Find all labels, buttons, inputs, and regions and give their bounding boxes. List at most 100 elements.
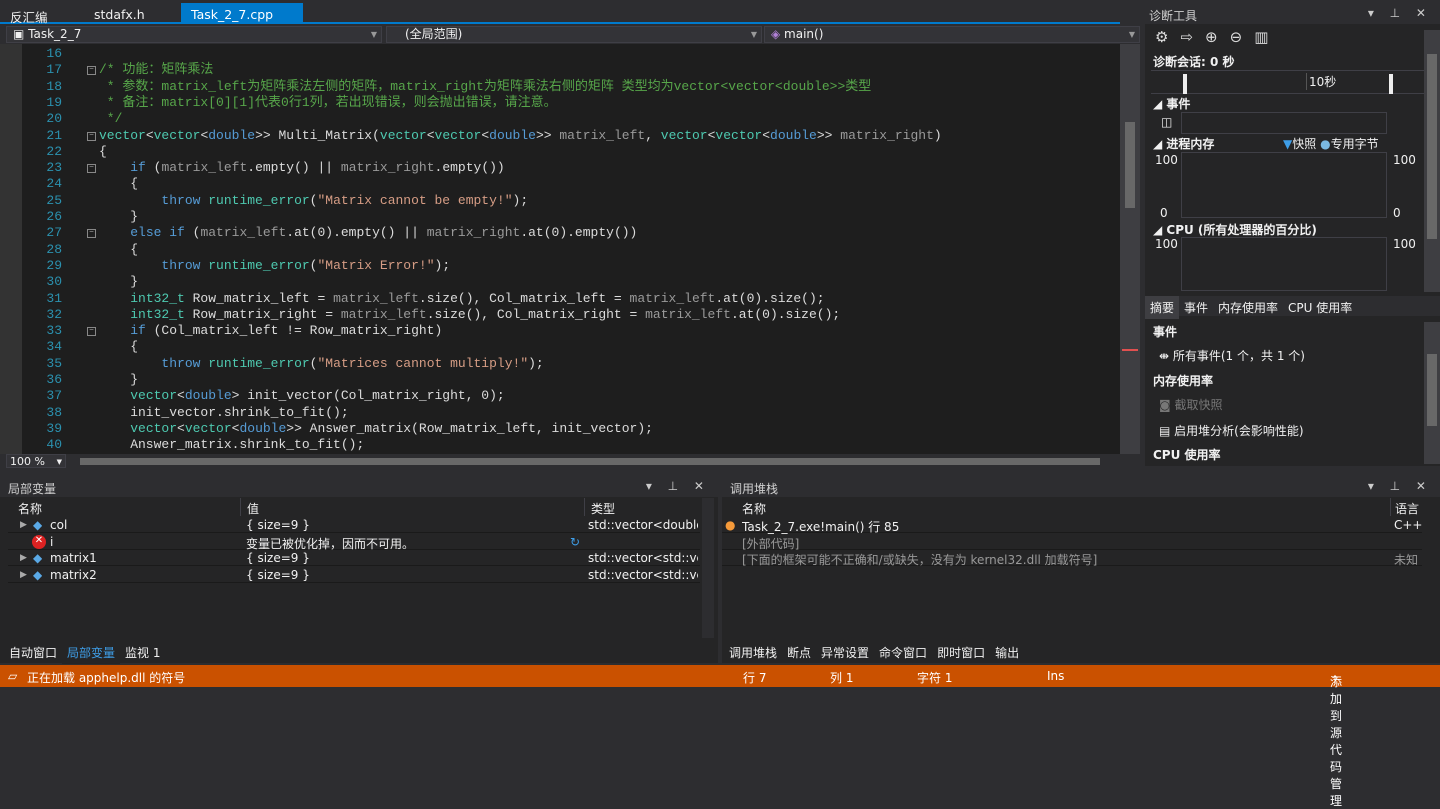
column-value[interactable]: 值 [240, 498, 265, 516]
scope-dropdown[interactable]: (全局范围) ▼ [386, 26, 762, 43]
tab-exception-settings[interactable]: 异常设置 [816, 641, 874, 664]
code-line[interactable]: 23 − if (matrix_left.empty() || matrix_ri… [0, 160, 1120, 176]
fold-toggle-icon[interactable]: − [87, 327, 96, 337]
code-editor[interactable]: 16 17−/* 功能：矩阵乘法 18 * 参数：matrix_left为矩阵乘法左… [0, 44, 1120, 454]
project-dropdown[interactable]: ▣ Task_2_7 ▼ [6, 26, 382, 43]
all-events-link[interactable]: ⇼ 所有事件(1 个，共 1 个) [1159, 347, 1305, 364]
tab-memory-usage[interactable]: 内存使用率 [1213, 296, 1283, 319]
tab-locals[interactable]: 局部变量 [62, 641, 121, 664]
fold-toggle-icon[interactable]: − [87, 164, 96, 174]
settings-gear-icon[interactable]: ⚙ [1155, 28, 1180, 46]
zoom-dropdown[interactable]: 100 % ▼ [6, 454, 66, 468]
column-language[interactable]: 语言 [1390, 498, 1425, 516]
export-icon[interactable]: ⇨ [1180, 28, 1205, 46]
callstack-row[interactable]: [外部代码] [722, 534, 1422, 551]
locals-scrollbar[interactable] [702, 498, 714, 638]
tab-autos[interactable]: 自动窗口 [4, 641, 62, 664]
expand-arrow-icon[interactable]: ▶ [20, 520, 27, 530]
tab-stdafx-h[interactable]: stdafx.h [84, 3, 155, 24]
take-snapshot-button[interactable]: ◙ 截取快照 [1159, 396, 1222, 413]
reset-view-icon[interactable]: ▥ [1254, 28, 1280, 46]
code-line[interactable]: 27 − else if (matrix_left.at(0).empty() |… [0, 225, 1120, 241]
locals-row[interactable]: ✕ i 变量已被优化掉，因而不可用。 ↻ [8, 534, 700, 551]
enable-heap-profiling-button[interactable]: ▤ 启用堆分析(会影响性能) [1159, 422, 1304, 439]
line-number: 24 [46, 176, 62, 192]
code-line[interactable]: 26 } [0, 209, 1120, 225]
code-line[interactable]: 25 throw runtime_error("Matrix cannot be… [0, 193, 1120, 209]
expand-arrow-icon[interactable]: ▶ [20, 570, 27, 580]
fold-toggle-icon[interactable]: − [87, 131, 96, 141]
tab-immediate-window[interactable]: 即时窗口 [932, 641, 990, 664]
code-line[interactable]: 19 * 备注：matrix[0][1]代表0行1列，若出现错误，则会抛出错误，… [0, 95, 1120, 111]
callstack-row[interactable]: ● Task_2_7.exe!main() 行 85 C++ [722, 517, 1423, 534]
expand-arrow-icon[interactable]: ▶ [20, 553, 27, 563]
locals-row[interactable]: ▶ ◆ matrix1 { size=9 } std::vector<std::vect… [8, 550, 700, 566]
fold-toggle-icon[interactable]: − [87, 229, 96, 239]
editor-vertical-scrollbar[interactable] [1120, 44, 1140, 454]
zoom-out-icon[interactable]: ⊖ [1230, 28, 1255, 46]
private-bytes-dot-icon: ● [1320, 137, 1331, 151]
locals-row[interactable]: ▶ ◆ matrix2 { size=9 } std::vector<std::vect… [8, 567, 700, 583]
code-line[interactable]: 18 * 参数：matrix_left为矩阵乘法左侧的矩阵，matrix_rig… [0, 79, 1120, 95]
tab-summary[interactable]: 摘要 [1145, 296, 1180, 319]
code-line[interactable]: 34 { [0, 339, 1120, 355]
locals-row[interactable]: ▶ ◆ col { size=9 } std::vector<double,s... [8, 517, 700, 533]
tab-breakpoints[interactable]: 断点 [782, 641, 816, 664]
code-line[interactable]: 20 */ [0, 111, 1120, 127]
tab-command-window[interactable]: 命令窗口 [874, 641, 932, 664]
code-line[interactable]: 21− vector<vector<double>> Multi_Matrix(v… [0, 128, 1120, 144]
tab-cpu-usage[interactable]: CPU 使用率 [1283, 296, 1357, 319]
pause-icon[interactable]: ◫ [1161, 115, 1172, 129]
code-line[interactable]: 35 throw runtime_error("Matrices cannot … [0, 356, 1120, 372]
diag-scrollbar[interactable] [1424, 30, 1440, 292]
timeline-ruler[interactable]: 10秒 [1151, 70, 1428, 94]
tab-watch-1[interactable]: 监视 1 [120, 641, 165, 664]
scroll-thumb[interactable] [1125, 122, 1135, 208]
tab-events[interactable]: 事件 [1179, 296, 1213, 319]
cpu-section[interactable]: ◢ CPU (所有处理器的百分比) [1153, 221, 1317, 238]
status-insert-mode[interactable]: Ins [1047, 669, 1064, 683]
callstack-row[interactable]: [下面的框架可能不正确和/或缺失，没有为 kernel32.dll 加载符号] 未… [722, 550, 1422, 567]
code-text: vector<vector<double>> Answer_matrix(Row… [99, 421, 653, 437]
code-line[interactable]: 37 vector<double> init_vector(Col_matrix… [0, 388, 1120, 404]
code-line[interactable]: 40 Answer_matrix.shrink_to_fit(); [0, 437, 1120, 453]
process-memory-section[interactable]: ◢ 进程内存 [1153, 135, 1214, 152]
column-type[interactable]: 类型 [584, 498, 621, 516]
tab-task-2-7-cpp[interactable]: Task_2_7.cpp ⊣ ✕ [181, 3, 303, 37]
events-section[interactable]: ◢ 事件 [1153, 95, 1190, 112]
tab-output[interactable]: 输出 [990, 641, 1024, 664]
code-line[interactable]: 28 { [0, 242, 1120, 258]
tab-call-stack[interactable]: 调用堆栈 [724, 641, 782, 664]
timeline-end-handle[interactable] [1389, 74, 1393, 94]
panel-controls[interactable]: ▾ ⊥ ✕ [1368, 6, 1432, 20]
column-name[interactable]: 名称 [736, 498, 772, 516]
fold-toggle-icon[interactable]: − [87, 66, 96, 76]
code-line[interactable]: 36 } [0, 372, 1120, 388]
code-line[interactable]: 17 −/* 功能：矩阵乘法 [0, 62, 1120, 78]
code-line[interactable]: 24 { [0, 176, 1120, 192]
code-line[interactable]: 33 − if (Col_matrix_left != Row_matrix_ri… [0, 323, 1120, 339]
code-token: if [130, 323, 146, 339]
horizontal-scrollbar[interactable] [80, 458, 1100, 465]
timeline-start-handle[interactable] [1183, 74, 1187, 94]
chevron-down-icon: ▼ [370, 30, 377, 39]
panel-controls[interactable]: ▾ ⊥ ✕ [1368, 479, 1432, 493]
refresh-icon[interactable]: ↻ [570, 535, 580, 549]
member-dropdown[interactable]: ◈ main() ▼ [764, 26, 1140, 43]
zoom-in-icon[interactable]: ⊕ [1205, 28, 1230, 46]
code-line[interactable]: 38 init_vector.shrink_to_fit(); [0, 405, 1120, 421]
code-line[interactable]: 29 throw runtime_error("Matrix Error!"); [0, 258, 1120, 274]
panel-controls[interactable]: ▾ ⊥ ✕ [646, 479, 710, 493]
code-line[interactable]: 31 int32_t Row_matrix_left = matrix_left… [0, 291, 1120, 307]
line-number: 37 [46, 388, 62, 404]
summary-scrollbar[interactable] [1424, 322, 1440, 464]
code-line[interactable]: 39 vector<vector<double>> Answer_matrix(… [0, 421, 1120, 437]
code-line[interactable]: 32 int32_t Row_matrix_right = matrix_lef… [0, 307, 1120, 323]
code-line[interactable]: 22 { [0, 144, 1120, 160]
collapse-triangle-icon: ◢ [1153, 223, 1167, 237]
code-line[interactable]: 30 } [0, 274, 1120, 290]
tab-disassembly[interactable]: 反汇编 [0, 3, 58, 25]
code-line[interactable]: 16 [0, 46, 1120, 62]
column-name[interactable]: 名称 [12, 498, 48, 516]
